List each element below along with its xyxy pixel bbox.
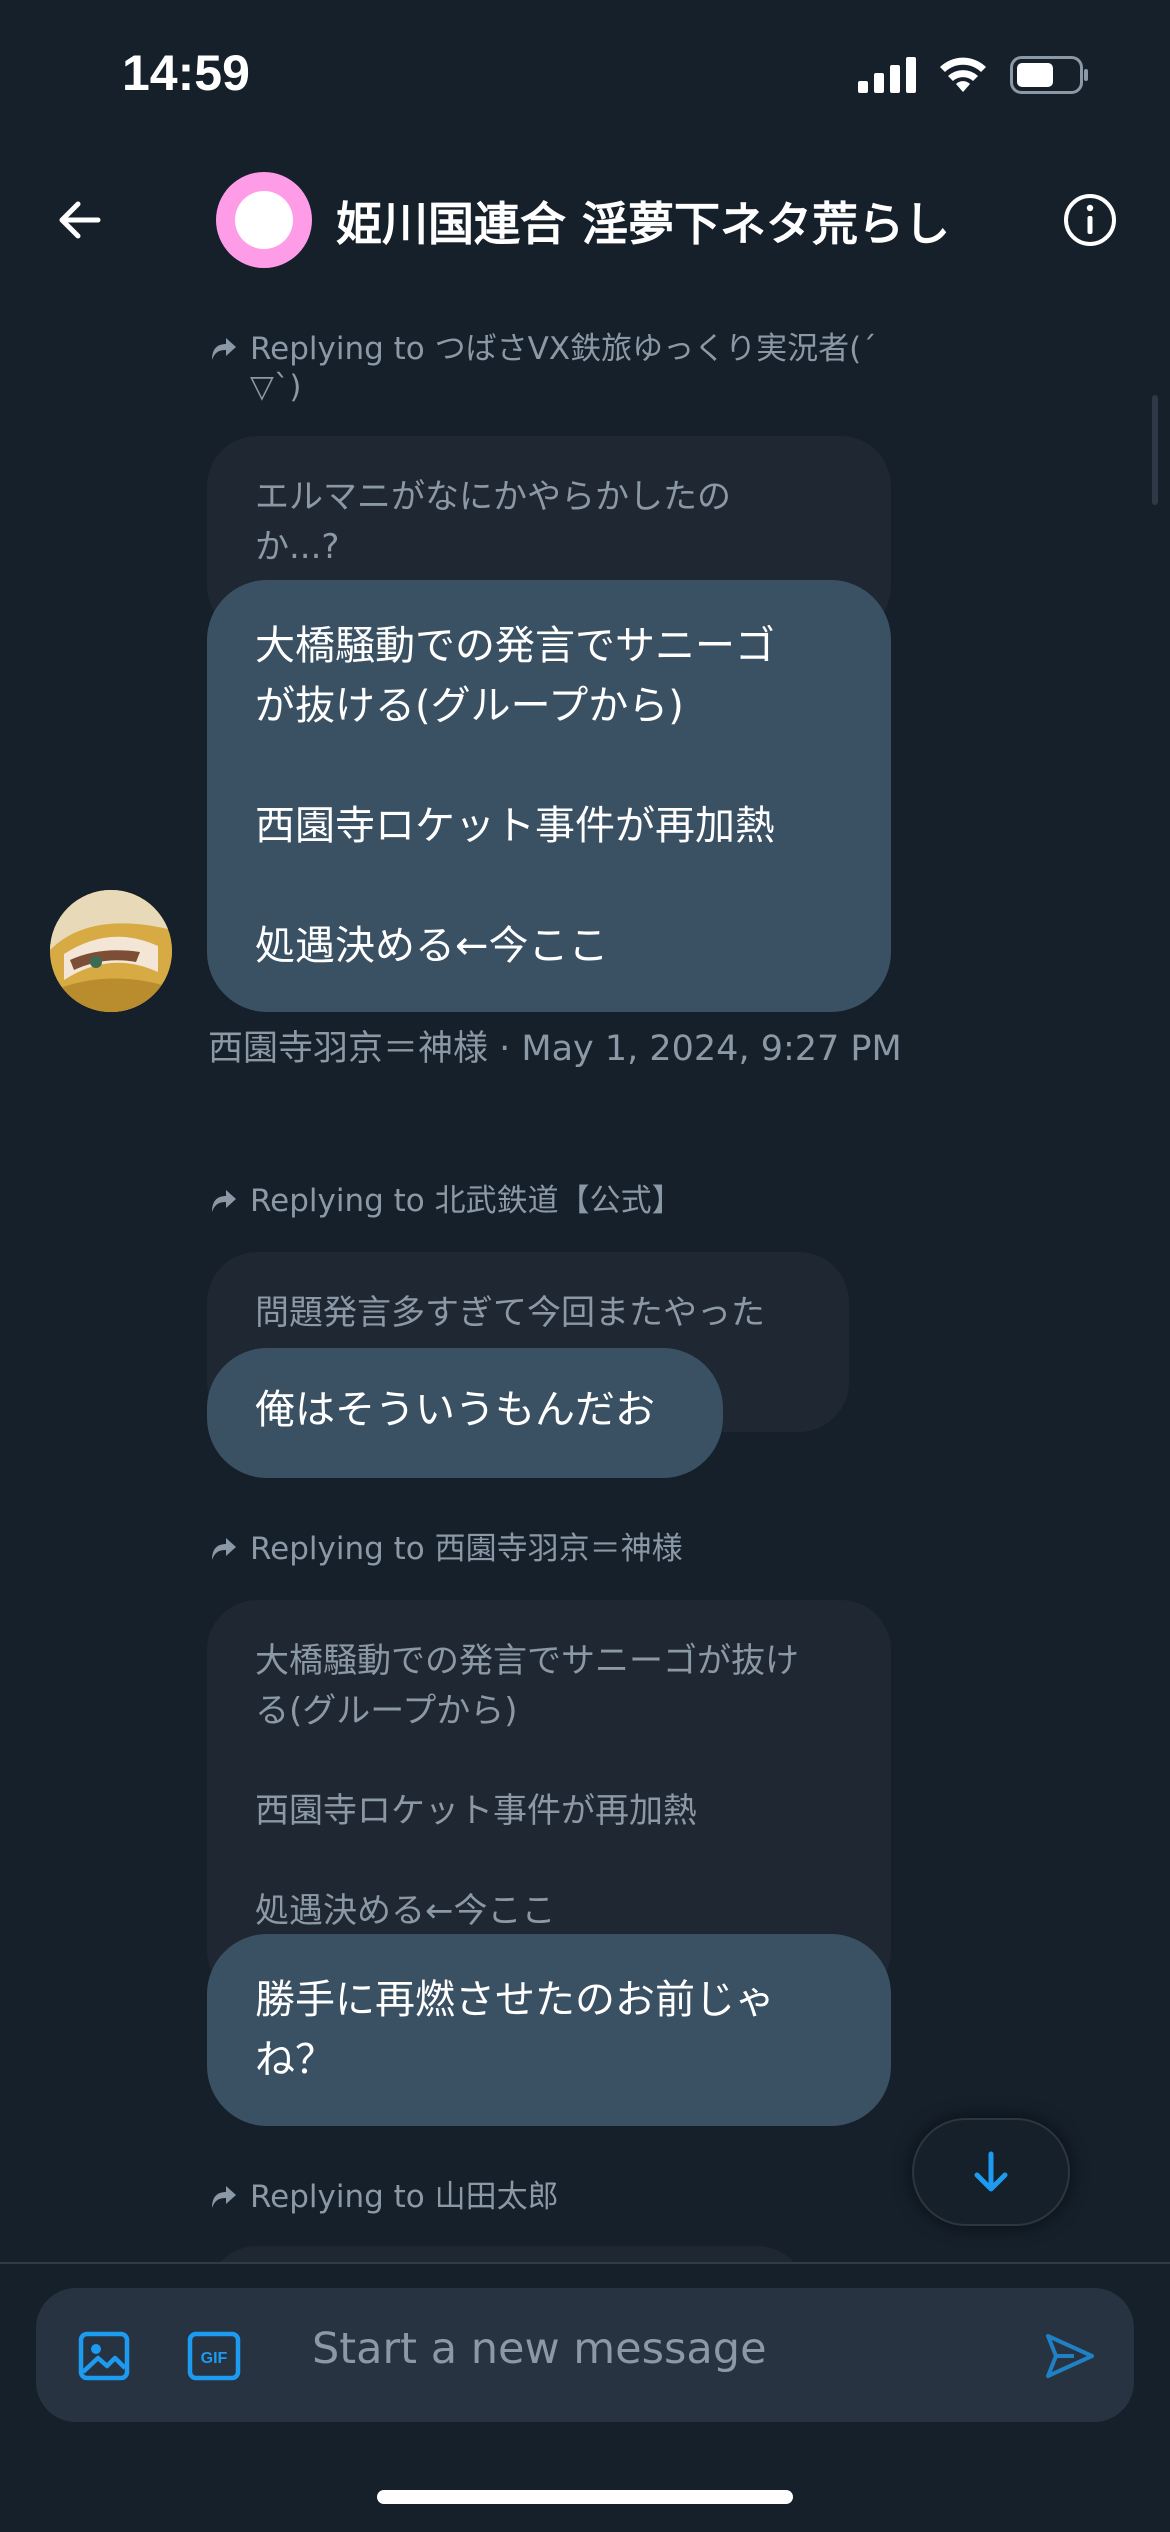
reply-context[interactable]: Replying to 山田太郎	[208, 2178, 559, 2216]
group-avatar[interactable]	[216, 172, 312, 268]
status-bar: 14:59	[0, 0, 1170, 150]
reply-arrow-icon	[212, 1538, 236, 1560]
status-time: 14:59	[122, 45, 250, 101]
avatar-image	[50, 890, 172, 1012]
composer-area: GIF Start a new message	[0, 2262, 1170, 2532]
reply-to-label: Replying to 西園寺羽京＝神様	[250, 1531, 683, 1567]
message-list[interactable]: Replying to つばさVX鉄旅ゆっくり実況者(´ ▽`) エルマニがなに…	[0, 290, 1170, 2266]
message-text: 大橋騒動での発言でサニーゴ が抜ける(グループから) 西園寺ロケット事件が再加熱…	[255, 623, 775, 969]
info-icon[interactable]	[1060, 190, 1120, 250]
message-bubble[interactable]: 俺はそういうもんだお	[207, 1348, 723, 1478]
message-composer[interactable]: GIF Start a new message	[36, 2288, 1134, 2422]
message-bubble[interactable]: 勝手に再燃させたのお前じゃ ね？	[207, 1934, 891, 2126]
quoted-text: エルマニがなにかやらかしたの か...?	[255, 477, 731, 567]
reply-to-label: Replying to 北武鉄道【公式】	[250, 1183, 683, 1219]
sender-avatar[interactable]	[50, 890, 172, 1012]
reply-to-label: Replying to つばさVX鉄旅ゆっくり実況者(´ ▽`)	[250, 331, 877, 405]
reply-to-label: Replying to 山田太郎	[250, 2179, 559, 2215]
message-bubble[interactable]: 大橋騒動での発言でサニーゴ が抜ける(グループから) 西園寺ロケット事件が再加熱…	[207, 580, 891, 1012]
image-icon[interactable]	[76, 2328, 132, 2384]
home-indicator[interactable]	[377, 2490, 793, 2504]
conversation-title[interactable]: 姫川国連合 淫夢下ネタ荒らし	[336, 188, 950, 254]
message-text: 俺はそういうもんだお	[255, 1387, 655, 1433]
reply-context[interactable]: Replying to 西園寺羽京＝神様	[208, 1530, 683, 1568]
conversation-header: 姫川国連合 淫夢下ネタ荒らし	[0, 150, 1170, 290]
status-icons	[858, 56, 1090, 94]
reply-context[interactable]: Replying to 北武鉄道【公式】	[208, 1182, 683, 1220]
gif-label: GIF	[201, 2350, 228, 2367]
arrow-down-icon	[974, 2151, 1008, 2192]
reply-arrow-icon	[212, 1190, 236, 1212]
wifi-icon	[940, 57, 986, 92]
quoted-text: 問題発言多すぎて今回またやった	[255, 1293, 765, 1333]
quoted-text: 大橋騒動での発言でサニーゴが抜け る(グループから) 西園寺ロケット事件が再加熱…	[255, 1641, 799, 1931]
message-meta: 西園寺羽京＝神様 · May 1, 2024, 9:27 PM	[208, 1029, 902, 1069]
send-icon[interactable]	[1042, 2328, 1098, 2384]
scroll-to-bottom-button[interactable]	[912, 2118, 1070, 2226]
reply-arrow-icon	[212, 338, 236, 360]
cellular-signal-icon	[858, 57, 916, 93]
reply-arrow-icon	[212, 2186, 236, 2208]
message-input[interactable]: Start a new message	[312, 2324, 767, 2374]
gif-icon: GIF	[187, 2331, 241, 2381]
reply-context[interactable]: Replying to つばさVX鉄旅ゆっくり実況者(´ ▽`)	[208, 330, 890, 406]
message-text: 勝手に再燃させたのお前じゃ ね？	[255, 1977, 775, 2083]
battery-icon	[1010, 56, 1088, 94]
gif-button[interactable]: GIF	[186, 2328, 242, 2384]
back-arrow-icon[interactable]	[50, 190, 110, 250]
